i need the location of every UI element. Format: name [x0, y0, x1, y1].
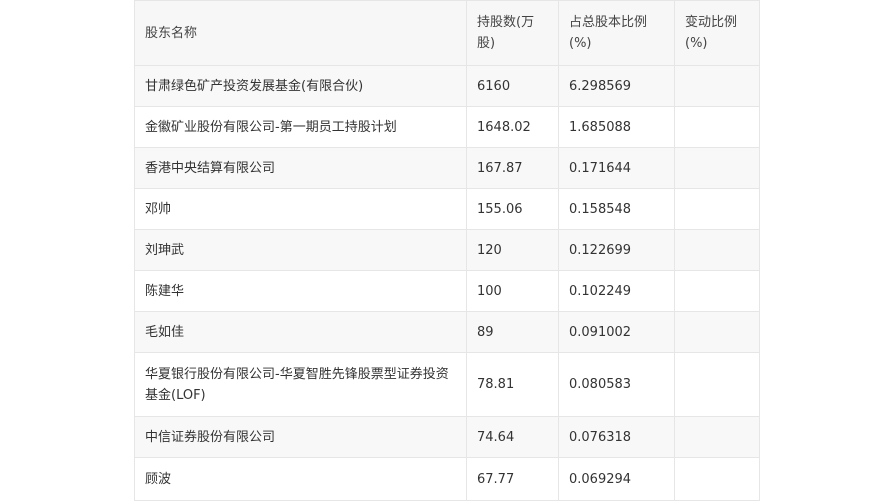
cell-ratio: 0.102249 [558, 270, 675, 312]
table-row: 中信证券股份有限公司 74.64 0.076318 [134, 416, 760, 458]
shareholder-table-container: 股东名称 持股数(万股) 占总股本比例(%) 变动比例(%) 甘肃绿色矿产投资发… [134, 0, 760, 501]
shareholder-table: 股东名称 持股数(万股) 占总股本比例(%) 变动比例(%) 甘肃绿色矿产投资发… [134, 0, 760, 501]
cell-change [674, 311, 760, 353]
cell-ratio: 0.122699 [558, 229, 675, 271]
table-header: 股东名称 持股数(万股) 占总股本比例(%) 变动比例(%) [134, 0, 760, 66]
cell-ratio: 0.091002 [558, 311, 675, 353]
table-row: 香港中央结算有限公司 167.87 0.171644 [134, 147, 760, 189]
header-change: 变动比例(%) [674, 0, 760, 66]
header-ratio: 占总股本比例(%) [558, 0, 675, 66]
cell-shares: 167.87 [466, 147, 559, 189]
table-row: 顾波 67.77 0.069294 [134, 457, 760, 501]
cell-shares: 155.06 [466, 188, 559, 230]
cell-name: 金徽矿业股份有限公司-第一期员工持股计划 [134, 106, 467, 148]
cell-change [674, 270, 760, 312]
header-row: 股东名称 持股数(万股) 占总股本比例(%) 变动比例(%) [134, 0, 760, 66]
cell-name: 顾波 [134, 457, 467, 501]
table-row: 华夏银行股份有限公司-华夏智胜先锋股票型证券投资基金(LOF) 78.81 0.… [134, 352, 760, 417]
table-row: 甘肃绿色矿产投资发展基金(有限合伙) 6160 6.298569 [134, 65, 760, 107]
cell-name: 中信证券股份有限公司 [134, 416, 467, 458]
header-shares: 持股数(万股) [466, 0, 559, 66]
cell-ratio: 0.076318 [558, 416, 675, 458]
cell-shares: 100 [466, 270, 559, 312]
cell-ratio: 0.080583 [558, 352, 675, 417]
cell-name: 香港中央结算有限公司 [134, 147, 467, 189]
cell-change [674, 229, 760, 271]
cell-change [674, 457, 760, 501]
header-shareholder-name: 股东名称 [134, 0, 467, 66]
cell-name: 华夏银行股份有限公司-华夏智胜先锋股票型证券投资基金(LOF) [134, 352, 467, 417]
cell-name: 甘肃绿色矿产投资发展基金(有限合伙) [134, 65, 467, 107]
cell-name: 陈建华 [134, 270, 467, 312]
cell-change [674, 106, 760, 148]
table-row: 刘珅武 120 0.122699 [134, 229, 760, 271]
cell-shares: 120 [466, 229, 559, 271]
cell-ratio: 0.069294 [558, 457, 675, 501]
cell-name: 刘珅武 [134, 229, 467, 271]
table-row: 陈建华 100 0.102249 [134, 270, 760, 312]
cell-ratio: 0.158548 [558, 188, 675, 230]
cell-ratio: 0.171644 [558, 147, 675, 189]
cell-change [674, 352, 760, 417]
table-row: 金徽矿业股份有限公司-第一期员工持股计划 1648.02 1.685088 [134, 106, 760, 148]
cell-change [674, 188, 760, 230]
cell-shares: 74.64 [466, 416, 559, 458]
cell-name: 邓帅 [134, 188, 467, 230]
cell-shares: 89 [466, 311, 559, 353]
cell-shares: 6160 [466, 65, 559, 107]
cell-shares: 1648.02 [466, 106, 559, 148]
cell-shares: 78.81 [466, 352, 559, 417]
cell-ratio: 6.298569 [558, 65, 675, 107]
cell-name: 毛如佳 [134, 311, 467, 353]
cell-change [674, 147, 760, 189]
cell-ratio: 1.685088 [558, 106, 675, 148]
cell-change [674, 416, 760, 458]
table-body: 甘肃绿色矿产投资发展基金(有限合伙) 6160 6.298569 金徽矿业股份有… [134, 65, 760, 501]
table-row: 邓帅 155.06 0.158548 [134, 188, 760, 230]
cell-shares: 67.77 [466, 457, 559, 501]
cell-change [674, 65, 760, 107]
table-row: 毛如佳 89 0.091002 [134, 311, 760, 353]
